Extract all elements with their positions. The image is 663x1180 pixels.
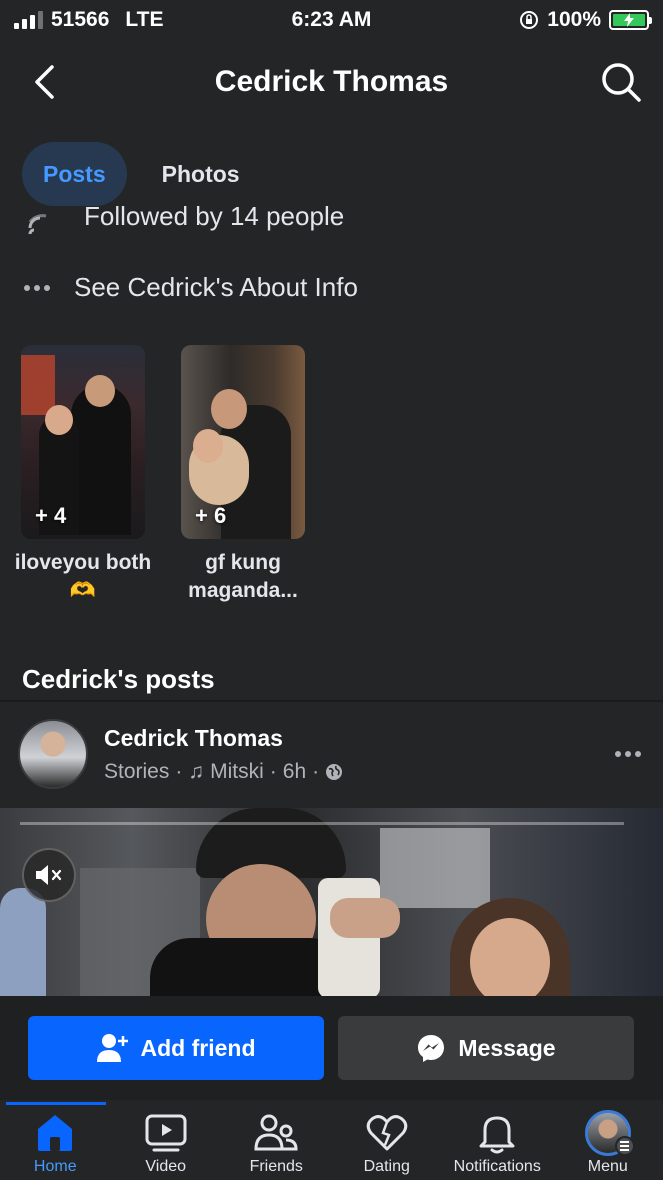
back-button[interactable] [26, 62, 62, 102]
status-left: 51566 LTE [14, 8, 164, 32]
dating-icon [366, 1115, 407, 1151]
post-meta: Cedrick Thomas Stories · ♫ Mitski · 6h · [104, 725, 343, 784]
menu-hamburger-icon [614, 1136, 635, 1156]
globe-icon [326, 763, 343, 780]
about-info-text: See Cedrick's About Info [74, 272, 358, 302]
post-type: Stories [104, 759, 170, 783]
messenger-icon [418, 1035, 445, 1062]
post-author[interactable]: Cedrick Thomas [104, 725, 343, 752]
friends-icon [254, 1114, 298, 1151]
post-more-button[interactable] [615, 751, 641, 757]
tab-friends-label: Friends [249, 1158, 303, 1175]
speaker-muted-icon [36, 865, 62, 885]
profile-tabs: Posts Photos [22, 142, 261, 206]
featured-caption: gf kung maganda... [188, 551, 298, 602]
profile-header: Cedrick Thomas [0, 48, 663, 116]
rss-icon [28, 214, 47, 235]
add-friend-button[interactable]: Add friend [28, 1016, 324, 1080]
post-music[interactable]: Mitski [210, 760, 264, 784]
post-time: 6h [282, 759, 307, 783]
search-button[interactable] [599, 60, 643, 104]
featured-caption: iloveyou both 🫶 [14, 551, 152, 602]
tab-menu[interactable]: Menu [553, 1100, 663, 1180]
about-info-link[interactable]: See Cedrick's About Info [24, 272, 358, 303]
tab-home[interactable]: Home [0, 1100, 111, 1180]
tab-home-label: Home [33, 1158, 77, 1175]
story-progress-bar [20, 822, 624, 825]
tab-dating-label: Dating [363, 1158, 410, 1175]
music-note-icon: ♫ [188, 759, 205, 783]
battery-percent: 100% [547, 8, 601, 31]
network-label: LTE [125, 8, 164, 31]
page-title: Cedrick Thomas [214, 65, 449, 98]
featured-count: + 6 [195, 503, 227, 528]
more-dots-icon [24, 284, 50, 291]
tab-posts[interactable]: Posts [22, 142, 127, 206]
followed-by-text: Followed by 14 people [84, 206, 345, 231]
status-bar: 51566 LTE 6:23 AM 100% [0, 0, 663, 40]
featured-photo: + 4 [21, 345, 145, 539]
battery-icon [609, 10, 652, 30]
tab-notifications[interactable]: Notifications [442, 1100, 553, 1180]
rotation-lock-icon [520, 11, 539, 29]
search-icon [602, 63, 641, 102]
message-button[interactable]: Message [338, 1016, 634, 1080]
section-divider [0, 700, 663, 702]
chevron-left-icon [35, 65, 54, 99]
add-friend-icon [96, 1034, 128, 1062]
bottom-tab-bar: Home Video Friends Dating Notifications … [0, 1100, 663, 1180]
separator-dot: · [269, 759, 277, 783]
tab-friends[interactable]: Friends [221, 1100, 332, 1180]
separator-dot: · [175, 759, 183, 783]
bell-icon [479, 1116, 515, 1154]
separator-dot: · [312, 759, 320, 783]
mute-button[interactable] [22, 848, 76, 902]
carrier-label: 51566 [51, 8, 110, 31]
tab-menu-label: Menu [587, 1158, 628, 1175]
message-label: Message [458, 1034, 556, 1061]
video-icon [145, 1114, 187, 1152]
featured-item[interactable]: + 6 gf kung maganda... [181, 345, 305, 605]
profile-actions: Add friend Message [0, 996, 663, 1100]
signal-icon [14, 11, 43, 29]
tab-video-label: Video [145, 1158, 187, 1175]
followed-by-row: Followed by 14 people [26, 206, 663, 236]
avatar[interactable] [18, 719, 88, 789]
status-right: 100% [519, 8, 652, 32]
post-header: Cedrick Thomas Stories · ♫ Mitski · 6h · [18, 716, 645, 792]
post-subtitle: Stories · ♫ Mitski · 6h · [104, 760, 343, 784]
charging-bolt-icon [624, 13, 634, 27]
tab-video[interactable]: Video [111, 1100, 222, 1180]
featured-count: + 4 [35, 503, 67, 528]
home-icon [38, 1115, 73, 1151]
featured-collections: + 4 iloveyou both 🫶 + 6 gf kung maganda.… [15, 345, 305, 605]
add-friend-label: Add friend [140, 1034, 256, 1061]
post-media[interactable] [0, 808, 663, 996]
active-tab-indicator [6, 1102, 106, 1105]
posts-heading: Cedrick's posts [22, 664, 215, 694]
featured-photo: + 6 [181, 345, 305, 539]
tab-dating[interactable]: Dating [332, 1100, 443, 1180]
featured-item[interactable]: + 4 iloveyou both 🫶 [15, 345, 151, 605]
tab-notifications-label: Notifications [453, 1158, 541, 1175]
tab-photos[interactable]: Photos [141, 142, 261, 206]
